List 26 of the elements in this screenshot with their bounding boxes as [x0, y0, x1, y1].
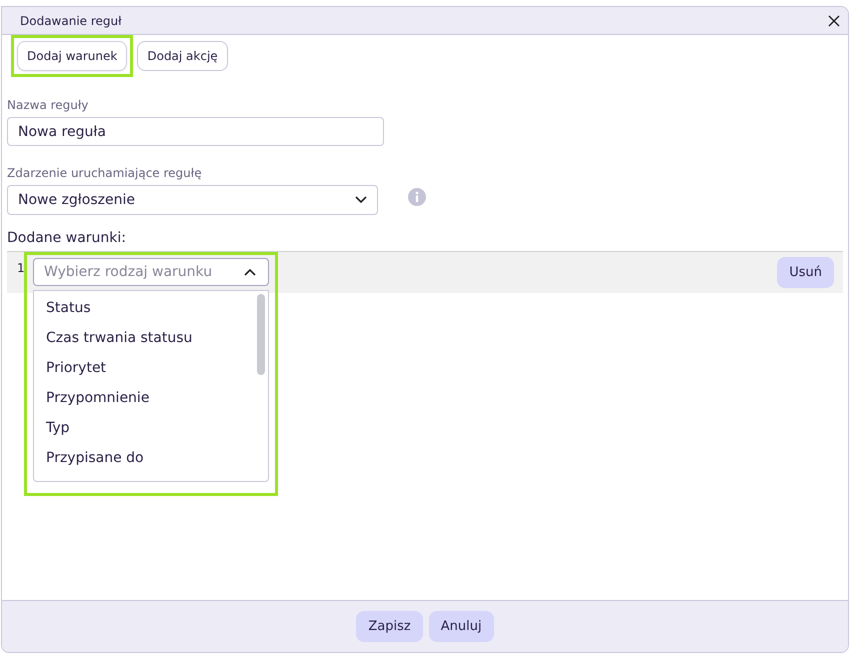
footer-button[interactable]: Anuluj — [428, 611, 494, 642]
text-field[interactable]: Nowa reguła — [7, 117, 384, 146]
dropdown-value: Nowe zgłoszenie — [18, 192, 135, 208]
field-label: Nazwa reguły — [7, 98, 90, 112]
field-label: Zdarzenie uruchamiające regułę — [7, 166, 203, 180]
dropdown-placeholder: Wybierz rodzaj warunku — [44, 264, 212, 280]
tab[interactable]: Dodaj akcję — [137, 41, 228, 71]
info-icon[interactable] — [408, 188, 426, 206]
remove-button[interactable]: Usuń — [777, 257, 834, 288]
dropdown-field[interactable]: Wybierz rodzaj warunku — [33, 258, 269, 286]
dropdown-option[interactable]: Status — [34, 293, 246, 323]
chevron-icon — [355, 196, 367, 204]
window-title: Dodawanie reguł — [20, 14, 122, 28]
dropdown-option[interactable]: Czas trwania statusu — [34, 323, 246, 353]
dropdown-option[interactable]: Priorytet — [34, 353, 246, 383]
scrollbar-thumb[interactable] — [257, 294, 265, 375]
row-number: 1 — [17, 261, 24, 275]
footer-button[interactable]: Zapisz — [356, 611, 423, 642]
close-icon[interactable] — [828, 14, 840, 26]
dropdown-field[interactable]: Nowe zgłoszenie — [7, 185, 378, 215]
tab[interactable]: Dodaj warunek — [17, 41, 128, 71]
dropdown-option[interactable]: Przypisane do — [34, 443, 246, 473]
section-label: Dodane warunki: — [7, 230, 127, 246]
dropdown-option[interactable]: Przypomnienie — [34, 383, 246, 413]
chevron-icon — [244, 268, 256, 276]
dropdown-option[interactable]: Typ — [34, 413, 246, 443]
